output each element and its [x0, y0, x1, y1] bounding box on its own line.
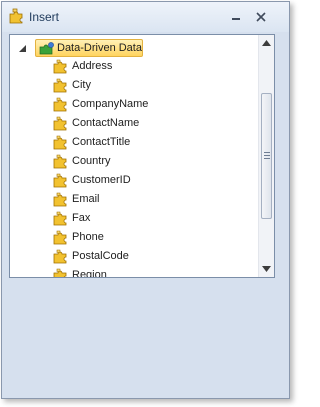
tree-field-label: Email	[72, 193, 100, 205]
tree-field-label: ContactTitle	[72, 136, 131, 148]
tree-field-label: CompanyName	[72, 98, 149, 110]
field-puzzle-icon	[53, 59, 67, 74]
tree-field-item[interactable]: CustomerID	[53, 172, 243, 190]
tree-field-item[interactable]: Region	[53, 267, 243, 278]
collapse-triangle-icon[interactable]	[19, 45, 26, 52]
minimize-button[interactable]	[228, 10, 244, 24]
tree-field-item[interactable]: Phone	[53, 229, 243, 247]
tree-field-item[interactable]: PostalCode	[53, 248, 243, 266]
data-source-icon	[39, 42, 54, 55]
scrollbar-thumb[interactable]	[261, 93, 272, 219]
scroll-down-arrow-icon[interactable]	[262, 266, 271, 272]
tree-field-item[interactable]: ContactName	[53, 115, 243, 133]
tree-field-label: Country	[72, 155, 111, 167]
tree-field-item[interactable]: Email	[53, 191, 243, 209]
field-puzzle-icon	[53, 78, 67, 93]
field-puzzle-icon	[53, 230, 67, 245]
scroll-up-arrow-icon[interactable]	[262, 40, 271, 46]
tree-root-highlight[interactable]: Data-Driven Data	[35, 39, 143, 57]
close-button[interactable]	[253, 10, 269, 24]
tree-field-item[interactable]: Fax	[53, 210, 243, 228]
tree-field-label: Region	[72, 269, 107, 278]
field-puzzle-icon	[53, 135, 67, 150]
field-puzzle-icon	[53, 268, 67, 277]
insert-puzzle-icon	[9, 8, 23, 24]
tree-panel: Data-Driven Data Address City CompanyName C…	[9, 34, 275, 278]
tree-field-label: Fax	[72, 212, 91, 224]
vertical-scrollbar[interactable]	[258, 35, 274, 277]
field-puzzle-icon	[53, 154, 67, 169]
tree-root-node[interactable]: Data-Driven Data	[10, 39, 250, 57]
tree-field-item[interactable]: CompanyName	[53, 96, 243, 114]
insert-window: Insert Data-Driven Data Address City Com…	[1, 1, 290, 399]
field-puzzle-icon	[53, 116, 67, 131]
close-icon	[256, 12, 266, 22]
window-title: Insert	[29, 10, 60, 24]
tree-field-item[interactable]: ContactTitle	[53, 134, 243, 152]
tree-root-label: Data-Driven Data	[57, 42, 142, 54]
tree-field-label: ContactName	[72, 117, 140, 129]
field-puzzle-icon	[53, 97, 67, 112]
scroll-thumb-grip-icon	[264, 152, 270, 161]
tree-field-item[interactable]: Country	[53, 153, 243, 171]
field-puzzle-icon	[53, 173, 67, 188]
tree-field-label: Address	[72, 60, 113, 72]
field-puzzle-icon	[53, 249, 67, 264]
minimize-icon	[232, 18, 240, 20]
tree-field-label: PostalCode	[72, 250, 129, 262]
tree-field-label: City	[72, 79, 91, 91]
tree-field-label: Phone	[72, 231, 104, 243]
tree-field-item[interactable]: City	[53, 77, 243, 95]
tree-field-item[interactable]: Address	[53, 58, 243, 76]
field-puzzle-icon	[53, 192, 67, 207]
tree-field-label: CustomerID	[72, 174, 131, 186]
field-tree: Data-Driven Data Address City CompanyName C…	[10, 35, 258, 277]
title-bar[interactable]: Insert	[2, 2, 289, 32]
field-puzzle-icon	[53, 211, 67, 226]
